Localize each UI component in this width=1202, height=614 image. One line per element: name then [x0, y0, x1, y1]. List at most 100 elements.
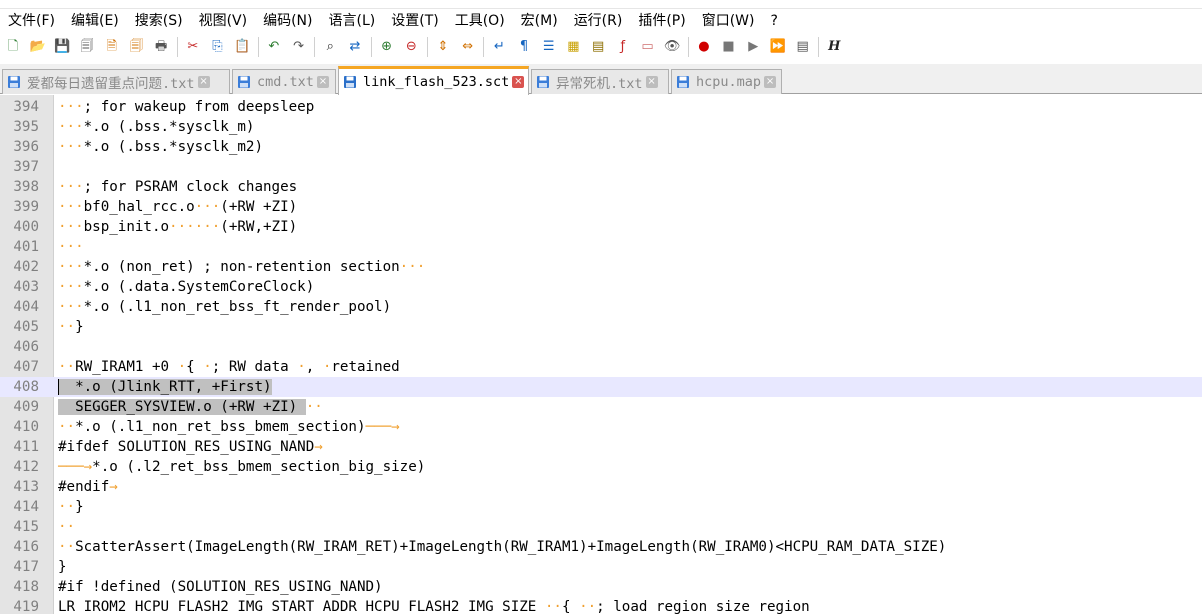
code-line[interactable]: 413 #endif→	[0, 477, 1202, 497]
monitor-button[interactable]: 👁	[662, 37, 682, 57]
save-button[interactable]: 💾	[52, 37, 72, 57]
tab-1[interactable]: cmd.txt ×	[232, 69, 336, 94]
menu-item-2[interactable]: 搜索(S)	[127, 9, 191, 33]
cut-button[interactable]: ✂	[183, 37, 203, 57]
code-line[interactable]: 411 #ifdef SOLUTION_RES_USING_NAND→	[0, 437, 1202, 457]
whitespace-marker: ··	[58, 499, 76, 515]
menu-item-3[interactable]: 视图(V)	[191, 9, 256, 33]
play-macro-button[interactable]: ▶	[743, 37, 763, 57]
paste-button[interactable]: 📋	[232, 37, 252, 57]
print-button[interactable]: 🖶	[151, 37, 171, 57]
tab-0[interactable]: 爱都每日遗留重点问题.txt ×	[2, 69, 230, 94]
menu-item-5[interactable]: 语言(L)	[321, 9, 384, 33]
find-button[interactable]: ⌕	[320, 37, 340, 57]
folder-workspace-icon: ▭	[641, 39, 654, 54]
code-line[interactable]: 418 #if !defined (SOLUTION_RES_USING_NAND…	[0, 577, 1202, 597]
code-line[interactable]: 400 ···bsp_init.o······(+RW,+ZI)	[0, 217, 1202, 237]
code-line[interactable]: 408 *.o (Jlink_RTT, +First)	[0, 377, 1202, 397]
sync-horizontal-button[interactable]: ⇔	[458, 37, 478, 57]
title-bar	[0, 0, 1202, 9]
tab-label: hcpu.map	[696, 74, 762, 90]
line-text: ───→*.o (.l2_ret_bss_bmem_section_big_si…	[58, 457, 425, 477]
replace-button[interactable]: ⇄	[345, 37, 365, 57]
line-text: #ifdef SOLUTION_RES_USING_NAND→	[58, 437, 323, 457]
doc-map-button[interactable]: ▦	[563, 37, 583, 57]
whitespace-marker: ···	[58, 219, 84, 235]
menu-item-8[interactable]: 宏(M)	[513, 9, 566, 33]
tab-3[interactable]: 异常死机.txt ×	[531, 69, 669, 94]
redo-button[interactable]: ↷	[289, 37, 309, 57]
menu-item-1[interactable]: 编辑(E)	[63, 9, 127, 33]
code-line[interactable]: 405 ··}	[0, 317, 1202, 337]
show-all-chars-icon: ¶	[519, 39, 529, 54]
code-line[interactable]: 419 LR_IROM2 HCPU_FLASH2_IMG_START_ADDR H…	[0, 597, 1202, 614]
menu-item-12[interactable]: ?	[763, 9, 786, 33]
line-text: ···; for wakeup from deepsleep	[58, 97, 314, 117]
whitespace-marker: ···	[58, 239, 84, 255]
code-token: *.o (.bss.*sysclk_m)	[83, 119, 255, 135]
open-file-button[interactable]: 📂	[28, 37, 48, 57]
menu-item-10[interactable]: 插件(P)	[630, 9, 693, 33]
code-line[interactable]: 407 ··RW_IRAM1 +0 ·{ ·; RW data ·, ·retai…	[0, 357, 1202, 377]
code-line[interactable]: 404 ···*.o (.l1_non_ret_bss_ft_render_poo…	[0, 297, 1202, 317]
spell-check-button[interactable]: H	[824, 37, 844, 57]
open-file-icon: 📂	[29, 39, 46, 54]
save-all-button[interactable]: 🗐	[77, 37, 97, 57]
selected-text: *.o (Jlink_RTT, +First)	[58, 379, 272, 395]
zoom-out-button[interactable]: ⊖	[401, 37, 421, 57]
menu-item-11[interactable]: 窗口(W)	[694, 9, 763, 33]
indent-guide-button[interactable]: ☰	[539, 37, 559, 57]
code-token: *.o (non_ret) ; non-retention section	[83, 259, 400, 275]
editor[interactable]: 394 ···; for wakeup from deepsleep 395 ···*…	[0, 95, 1202, 614]
new-file-button[interactable]: 🗋	[3, 37, 23, 57]
menu-item-6[interactable]: 设置(T)	[383, 9, 446, 33]
menu-item-9[interactable]: 运行(R)	[566, 9, 631, 33]
tab-4[interactable]: hcpu.map ×	[671, 69, 782, 94]
tab-close-icon[interactable]: ×	[197, 76, 210, 88]
tab-close-icon[interactable]: ×	[512, 76, 525, 88]
menu-item-4[interactable]: 编码(N)	[255, 9, 320, 33]
tab-close-icon[interactable]: ×	[764, 76, 777, 88]
save-macro-button[interactable]: ▤	[793, 37, 813, 57]
code-line[interactable]: 398 ···; for PSRAM clock changes	[0, 177, 1202, 197]
run-macro-multiple-button[interactable]: ⏩	[768, 37, 788, 57]
code-line[interactable]: 410 ··*.o (.l1_non_ret_bss_bmem_section)─…	[0, 417, 1202, 437]
code-line[interactable]: 399 ···bf0_hal_rcc.o···(+RW +ZI)	[0, 197, 1202, 217]
code-line[interactable]: 416 ··ScatterAssert(ImageLength(RW_IRAM_R…	[0, 537, 1202, 557]
zoom-in-button[interactable]: ⊕	[377, 37, 397, 57]
copy-button[interactable]: ⎘	[208, 37, 228, 57]
code-line[interactable]: 412 ───→*.o (.l2_ret_bss_bmem_section_big…	[0, 457, 1202, 477]
tab-close-icon[interactable]: ×	[316, 76, 329, 88]
sync-vertical-button[interactable]: ⇕	[433, 37, 453, 57]
line-number: 416	[13, 539, 39, 555]
menu-item-7[interactable]: 工具(O)	[447, 9, 513, 33]
word-wrap-button[interactable]: ↵	[489, 37, 509, 57]
code-line[interactable]: 403 ···*.o (.data.SystemCoreClock)	[0, 277, 1202, 297]
code-line[interactable]: 417}	[0, 557, 1202, 577]
record-macro-button[interactable]: ●	[694, 37, 714, 57]
code-line[interactable]: 409 SEGGER_SYSVIEW.o (+RW +ZI) ··	[0, 397, 1202, 417]
code-line[interactable]: 396 ···*.o (.bss.*sysclk_m2)	[0, 137, 1202, 157]
folder-workspace-button[interactable]: ▭	[638, 37, 658, 57]
tab-2[interactable]: link_flash_523.sct ×	[338, 66, 529, 95]
close-icon: 🗎	[106, 39, 117, 54]
code-line[interactable]: 406	[0, 337, 1202, 357]
code-token: }	[75, 499, 84, 515]
code-line[interactable]: 415 ··	[0, 517, 1202, 537]
close-button[interactable]: 🗎	[102, 37, 122, 57]
whitespace-marker: ······	[169, 219, 221, 235]
code-line[interactable]: 414 ··}	[0, 497, 1202, 517]
stop-macro-button[interactable]: ■	[719, 37, 739, 57]
code-line[interactable]: 401 ···	[0, 237, 1202, 257]
menu-item-0[interactable]: 文件(F)	[0, 9, 63, 33]
close-all-button[interactable]: 🗐	[126, 37, 146, 57]
code-line[interactable]: 395 ···*.o (.bss.*sysclk_m)	[0, 117, 1202, 137]
code-line[interactable]: 402 ···*.o (non_ret) ; non-retention sect…	[0, 257, 1202, 277]
tab-close-icon[interactable]: ×	[645, 76, 658, 88]
function-list-button[interactable]: ▤	[588, 37, 608, 57]
code-line[interactable]: 397	[0, 157, 1202, 177]
code-line[interactable]: 394 ···; for wakeup from deepsleep	[0, 97, 1202, 117]
doc-list-button[interactable]: ƒ	[613, 37, 633, 57]
undo-button[interactable]: ↶	[264, 37, 284, 57]
show-all-chars-button[interactable]: ¶	[514, 37, 534, 57]
